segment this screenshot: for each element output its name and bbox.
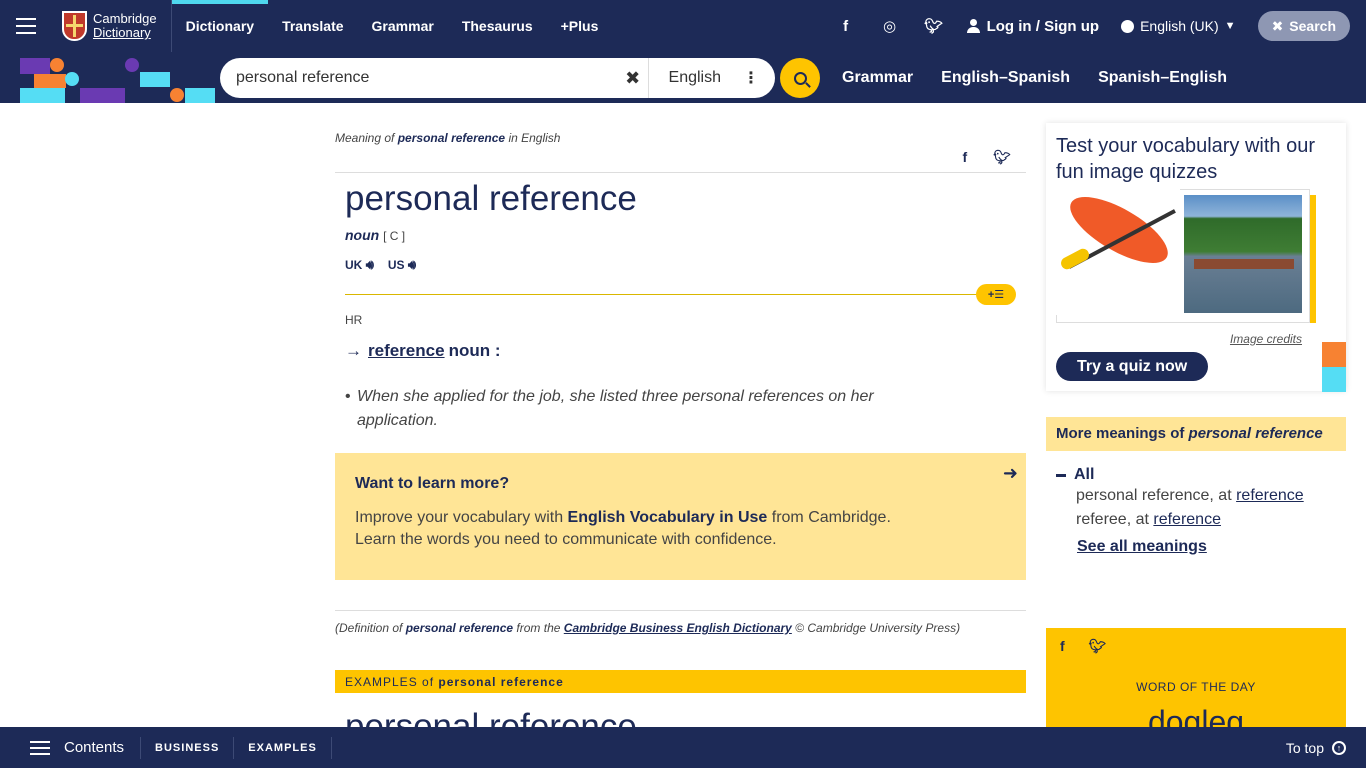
nav-thesaurus[interactable]: Thesaurus bbox=[448, 0, 547, 52]
bottom-link-business[interactable]: BUSINESS bbox=[141, 736, 235, 759]
chevron-down-icon: ▼ bbox=[1224, 20, 1236, 32]
arrow-up-icon: ↑ bbox=[1332, 740, 1346, 755]
decorative-block bbox=[1322, 342, 1346, 367]
arrow-right-icon[interactable]: ➜ bbox=[1003, 463, 1018, 484]
top-navigation: Cambridge Dictionary Dictionary Translat… bbox=[0, 0, 1366, 52]
cambridge-logo[interactable]: Cambridge Dictionary bbox=[62, 0, 172, 52]
learn-more-body: Improve your vocabulary with English Voc… bbox=[355, 509, 891, 548]
xref-link[interactable]: reference bbox=[368, 341, 445, 360]
more-meanings-title: More meanings of personal reference bbox=[1046, 417, 1346, 451]
bottom-link-examples[interactable]: EXAMPLES bbox=[234, 736, 332, 759]
nav-dictionary[interactable]: Dictionary bbox=[171, 0, 269, 52]
clear-icon[interactable]: ✖ bbox=[618, 68, 648, 89]
twitter-share-icon[interactable]: 🐦︎ bbox=[1089, 638, 1107, 655]
link-english-spanish[interactable]: English–Spanish bbox=[941, 69, 1070, 87]
list-item: personal reference, at reference bbox=[1076, 487, 1304, 504]
search-button[interactable] bbox=[780, 58, 820, 98]
arrow-right-icon: → bbox=[345, 341, 362, 360]
divider bbox=[335, 610, 1026, 611]
meaning-link[interactable]: reference bbox=[1153, 511, 1221, 528]
add-to-word-list-button[interactable]: +☰ bbox=[976, 284, 1016, 305]
twitter-icon[interactable]: 🐦︎ bbox=[923, 17, 945, 35]
divider bbox=[335, 172, 1026, 173]
learn-more-box[interactable]: Want to learn more? Improve your vocabul… bbox=[335, 453, 1026, 580]
speaker-icon: 🔊︎ bbox=[407, 257, 417, 272]
meaning-link[interactable]: reference bbox=[1236, 487, 1304, 504]
wotd-label: WORD OF THE DAY bbox=[1136, 680, 1256, 694]
search-bar-row: ✖ English ⋮ Grammar English–Spanish Span… bbox=[0, 52, 1366, 103]
see-all-meanings-link[interactable]: See all meanings bbox=[1077, 538, 1346, 556]
link-spanish-english[interactable]: Spanish–English bbox=[1098, 69, 1227, 87]
quiz-card: Test your vocabulary with our fun image … bbox=[1046, 123, 1346, 391]
examples-header: EXAMPLES of personal reference bbox=[335, 670, 1026, 693]
minus-icon bbox=[1056, 473, 1066, 477]
main-nav-links: Dictionary Translate Grammar Thesaurus +… bbox=[171, 0, 613, 52]
definition-source: (Definition of personal reference from t… bbox=[335, 621, 961, 635]
close-search-button[interactable]: ✖ Search bbox=[1257, 11, 1350, 41]
search-input[interactable] bbox=[236, 69, 618, 87]
sense-divider bbox=[345, 294, 1015, 295]
uk-pronunciation[interactable]: UK 🔊︎ bbox=[345, 257, 374, 273]
share-buttons: f 🐦︎ bbox=[963, 149, 1011, 166]
list-item: referee, at reference bbox=[1076, 511, 1221, 528]
twitter-share-icon[interactable]: 🐦︎ bbox=[993, 149, 1011, 166]
more-options-icon: ⋮ bbox=[743, 70, 759, 87]
crest-icon bbox=[62, 11, 87, 41]
logo-line-1: Cambridge bbox=[93, 11, 157, 26]
more-meanings-panel: More meanings of personal reference All … bbox=[1046, 417, 1346, 556]
logo-line-2: Dictionary bbox=[93, 25, 151, 40]
menu-icon[interactable] bbox=[0, 0, 52, 52]
us-pronunciation[interactable]: US 🔊︎ bbox=[388, 257, 416, 273]
instagram-icon[interactable]: ◎ bbox=[879, 17, 901, 35]
login-label: Log in / Sign up bbox=[986, 17, 1100, 35]
meaning-of-label: Meaning of personal reference in English bbox=[335, 131, 561, 145]
to-top-button[interactable]: To top ↑ bbox=[1286, 740, 1346, 756]
kayak-image[interactable] bbox=[1056, 184, 1180, 315]
speaker-icon: 🔊︎ bbox=[365, 257, 374, 272]
image-credits-link[interactable]: Image credits bbox=[1230, 332, 1302, 346]
nav-grammar[interactable]: Grammar bbox=[358, 0, 448, 52]
grammar-code: [ C ] bbox=[383, 229, 406, 243]
user-icon bbox=[966, 19, 980, 33]
decorative-block bbox=[1322, 367, 1346, 392]
language-label: English (UK) bbox=[1140, 18, 1219, 34]
facebook-icon[interactable]: f bbox=[835, 18, 857, 35]
nav-plus[interactable]: +Plus bbox=[547, 0, 613, 52]
example-sentence: When she applied for the job, she listed… bbox=[345, 385, 925, 433]
nav-translate[interactable]: Translate bbox=[268, 0, 357, 52]
dictionary-selector[interactable]: English ⋮ bbox=[647, 58, 775, 98]
search-box: ✖ English ⋮ bbox=[220, 58, 775, 98]
close-icon: ✖ bbox=[1271, 17, 1284, 34]
decorative-pattern bbox=[0, 52, 220, 103]
all-toggle[interactable]: All bbox=[1056, 466, 1346, 484]
field-label: HR bbox=[345, 313, 363, 327]
language-selector[interactable]: English (UK) ▼ bbox=[1121, 18, 1236, 34]
bottom-bar: Contents BUSINESS EXAMPLES To top ↑ bbox=[0, 727, 1366, 768]
barge-image[interactable] bbox=[1184, 195, 1302, 313]
learn-more-title: Want to learn more? bbox=[355, 475, 510, 492]
cross-reference: → reference noun : bbox=[345, 341, 501, 360]
pronunciations: UK 🔊︎ US 🔊︎ bbox=[345, 257, 416, 273]
contents-menu-icon[interactable] bbox=[30, 746, 50, 749]
login-link[interactable]: Log in / Sign up bbox=[966, 17, 1100, 35]
headword: personal reference bbox=[345, 179, 637, 218]
dictionary-label: English bbox=[668, 69, 721, 86]
facebook-share-icon[interactable]: f bbox=[1060, 638, 1065, 655]
contents-button[interactable]: Contents bbox=[64, 736, 142, 759]
quiz-title: Test your vocabulary with our fun image … bbox=[1056, 135, 1316, 183]
search-icon bbox=[793, 71, 807, 85]
search-label: Search bbox=[1289, 18, 1336, 34]
facebook-share-icon[interactable]: f bbox=[963, 149, 968, 166]
link-grammar[interactable]: Grammar bbox=[842, 69, 913, 87]
try-quiz-button[interactable]: Try a quiz now bbox=[1056, 352, 1209, 381]
globe-icon bbox=[1121, 19, 1135, 33]
source-dictionary-link[interactable]: Cambridge Business English Dictionary bbox=[564, 621, 792, 635]
part-of-speech: noun [ C ] bbox=[345, 227, 406, 243]
